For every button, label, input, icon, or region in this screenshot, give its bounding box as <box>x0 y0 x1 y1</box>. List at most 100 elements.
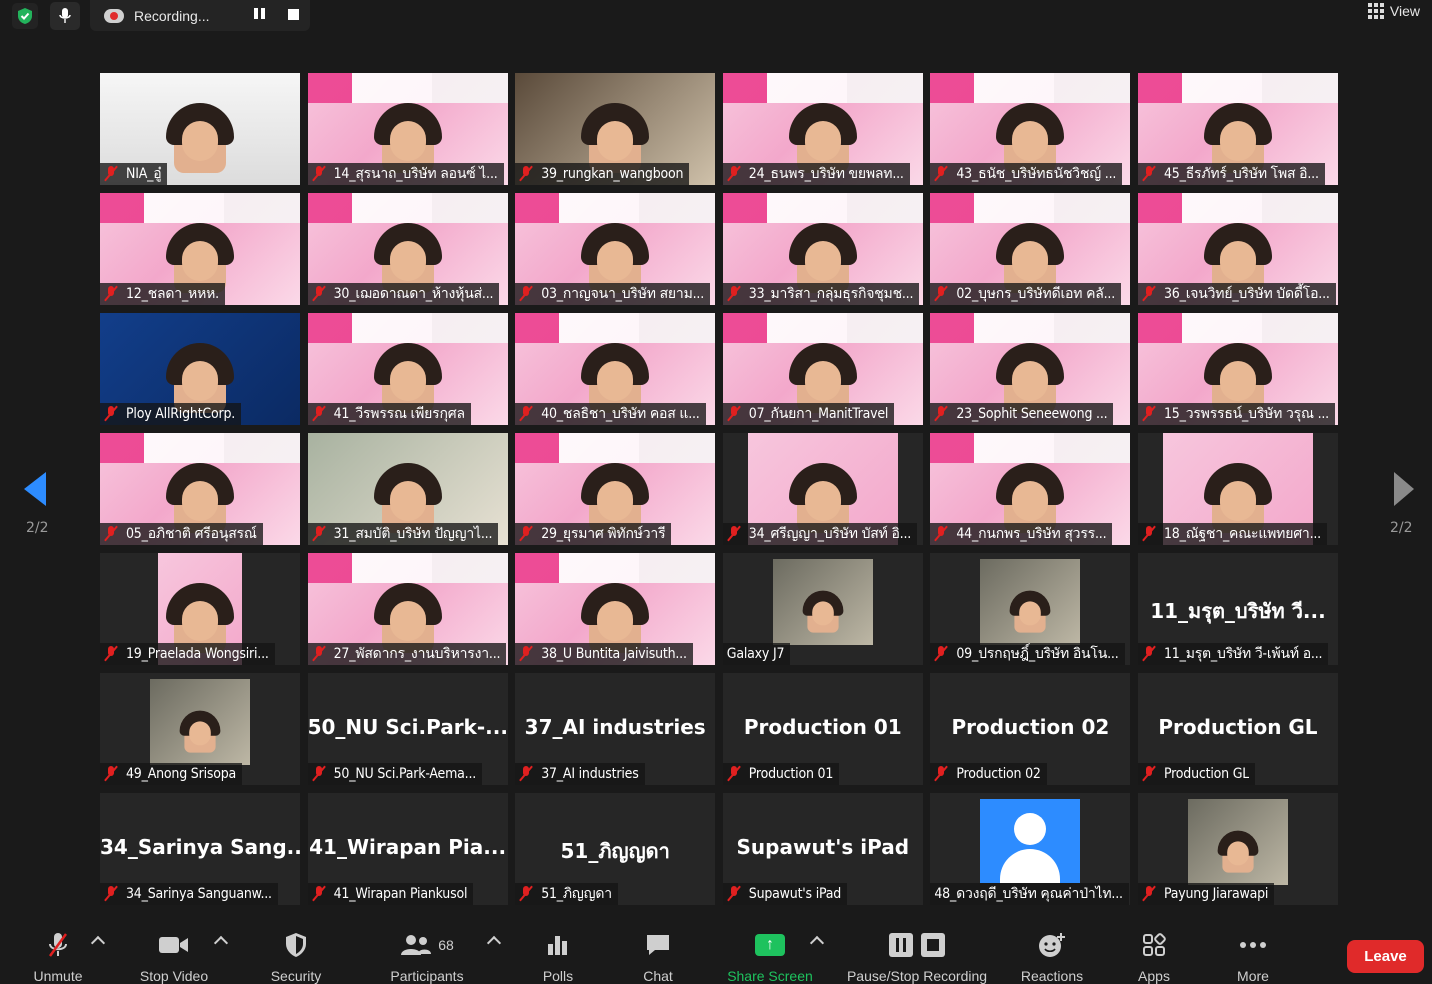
participant-name-label: 36_เจนวิทย์_บริษัท บัดดี้โอ... <box>1137 283 1336 305</box>
participant-name: Production 02 <box>956 766 1041 782</box>
participant-tile[interactable]: 14_สุรนาถ_บริษัท ลอนซ์ ไ... <box>307 73 508 185</box>
participant-tile[interactable]: 36_เจนวิทย์_บริษัท บัดดี้โอ... <box>1137 193 1338 305</box>
participant-tile[interactable]: Payung Jiarawapi <box>1137 793 1338 905</box>
participant-tile[interactable]: 18_ณัฐชา_คณะแพทยศา... <box>1137 433 1338 545</box>
participant-tile[interactable]: 23_Sophit Seneewong ... <box>930 313 1131 425</box>
participant-tile[interactable]: 51_ภิญญดา 51_ภิญญดา <box>515 793 716 905</box>
participant-name-label: 19_Praelada Wongsiri... <box>100 643 275 665</box>
participant-name-label: Supawut's iPad <box>722 883 848 905</box>
participant-tile[interactable]: Galaxy J7 <box>722 553 923 665</box>
participant-tile[interactable]: 05_อภิชาติ ศรีอนุสรณ์ <box>100 433 300 545</box>
participant-tile[interactable]: 43_ธนัช_บริษัทธนัชวิชญ์ ... <box>930 73 1131 185</box>
muted-mic-icon <box>727 526 741 542</box>
muted-mic-icon <box>519 286 533 302</box>
apps-label: Apps <box>1138 968 1170 984</box>
muted-mic-icon <box>104 406 118 422</box>
chat-button[interactable]: Chat <box>632 930 684 984</box>
next-page-arrow-icon[interactable] <box>1394 472 1414 506</box>
stop-video-button[interactable]: Stop Video <box>130 930 218 984</box>
page-indicator-right: 2/2 <box>1390 520 1413 536</box>
more-button[interactable]: More <box>1226 930 1280 984</box>
participant-tile[interactable]: 03_กาญจนา_บริษัท สยาม... <box>515 193 716 305</box>
participant-tile[interactable]: 45_ธีรภัทร์_บริษัท โพส อิ... <box>1137 73 1338 185</box>
participant-tile[interactable]: 12_ชลดา_หหห. <box>100 193 300 305</box>
muted-mic-icon <box>934 406 948 422</box>
participant-name-label: Ploy AllRightCorp. <box>100 403 242 425</box>
participant-tile[interactable]: 34_Sarinya Sang... 34_Sarinya Sanguanw... <box>100 793 300 905</box>
participant-tile[interactable]: 41_วีรพรรณ เพียรกุศล <box>307 313 508 425</box>
participant-name-label: 30_เฌอดาณดา_ห้างหุ้นส่... <box>307 283 500 305</box>
participant-tile[interactable]: 37_AI industries 37_AI industries <box>515 673 716 785</box>
participant-name-label: 44_กนกพร_บริษัท สุวรร... <box>930 523 1113 545</box>
participant-tile[interactable]: 02_บุษกร_บริษัทดีเอท คลั... <box>930 193 1131 305</box>
participant-tile[interactable]: 24_ธนพร_บริษัท ขยพลท... <box>722 73 923 185</box>
participant-tile[interactable]: 34_ศรีญญา_บริษัท บัสท์ อิ... <box>722 433 923 545</box>
participant-name: 50_NU Sci.Park-Aema... <box>333 766 477 782</box>
participant-name-label: Galaxy J7 <box>722 643 791 665</box>
pause-recording-button[interactable] <box>254 8 268 22</box>
participant-tile[interactable]: 31_สมบัติ_บริษัท ปัญญาไ... <box>307 433 508 545</box>
participants-button[interactable]: 68 Participants <box>384 930 470 984</box>
muted-mic-icon <box>312 766 326 782</box>
participants-count: 68 <box>438 937 454 953</box>
participant-tile[interactable]: 49_Anong Srisopa <box>100 673 300 785</box>
participant-video-person <box>1217 830 1259 873</box>
participant-tile[interactable]: 38_U Buntita Jaivisuth... <box>515 553 716 665</box>
participant-tile[interactable]: 30_เฌอดาณดา_ห้างหุ้นส่... <box>307 193 508 305</box>
participant-name-label: 45_ธีรภัทร์_บริษัท โพส อิ... <box>1137 163 1325 185</box>
leave-button[interactable]: Leave <box>1347 940 1424 973</box>
participant-display-name: Production GL <box>1158 715 1318 739</box>
participant-name: 39_rungkan_wangboon <box>541 166 684 182</box>
muted-mic-icon <box>727 766 741 782</box>
view-button[interactable]: View <box>1367 3 1420 19</box>
participant-video-person <box>1009 590 1051 633</box>
share-screen-button[interactable]: ↑ Share Screen <box>722 930 818 984</box>
participant-tile[interactable]: 19_Praelada Wongsiri... <box>100 553 300 665</box>
participant-tile[interactable]: 44_กนกพร_บริษัท สุวรร... <box>930 433 1131 545</box>
participant-name-label: 15_วรพรรธน์_บริษัท วรุณ ... <box>1137 403 1335 425</box>
gallery-view: NIA_อู๋ 14_สุรนาถ_บริษัท ลอนซ์ ไ... 39_run… <box>100 73 1338 905</box>
polls-button[interactable]: Polls <box>532 930 584 984</box>
participant-tile[interactable]: 15_วรพรรธน์_บริษัท วรุณ ... <box>1137 313 1338 425</box>
participant-tile[interactable]: NIA_อู๋ <box>100 73 300 185</box>
participant-tile[interactable]: 09_ปรกฤษฎิ์_บริษัท อินโน... <box>930 553 1131 665</box>
reactions-button[interactable]: Reactions <box>1016 930 1088 984</box>
stop-recording-button[interactable] <box>288 9 299 20</box>
participant-tile[interactable]: 50_NU Sci.Park-... 50_NU Sci.Park-Aema... <box>307 673 508 785</box>
participant-tile[interactable]: Production GL Production GL <box>1137 673 1338 785</box>
pause-stop-recording-button[interactable]: Pause/Stop Recording <box>838 930 996 984</box>
security-button[interactable]: Security <box>262 930 330 984</box>
participant-tile[interactable]: 27_พัสดากร_งานบริหารงา... <box>307 553 508 665</box>
participant-tile[interactable]: 33_มาริสา_กลุ่มธุรกิจชุมช... <box>722 193 923 305</box>
participant-tile[interactable]: 40_ชลธิชา_บริษัท คอส แ... <box>515 313 716 425</box>
chat-bubble-icon <box>632 930 684 960</box>
participant-tile[interactable]: 29_ยุรมาศ พิทักษ์วารี <box>515 433 716 545</box>
smiley-plus-icon <box>1016 930 1088 960</box>
participants-options-chevron-icon[interactable] <box>486 935 502 951</box>
unmute-button[interactable]: Unmute <box>22 930 94 984</box>
participant-name-label: Payung Jiarawapi <box>1137 883 1275 905</box>
participant-name-label: 41_วีรพรรณ เพียรกุศล <box>307 403 471 425</box>
participant-tile[interactable]: 48_ดวงฤดี_บริษัท คุณค่าป่าไท... <box>930 793 1131 905</box>
muted-mic-icon <box>519 886 533 902</box>
participant-tile[interactable]: 39_rungkan_wangboon <box>515 73 716 185</box>
previous-page-arrow-icon[interactable] <box>24 472 46 506</box>
apps-button[interactable]: Apps <box>1128 930 1180 984</box>
participant-tile[interactable]: 41_Wirapan Pia... 41_Wirapan Piankusol <box>307 793 508 905</box>
muted-mic-icon <box>727 286 741 302</box>
muted-mic-icon <box>312 286 326 302</box>
more-dots-icon <box>1226 930 1280 960</box>
pause-stop-icon <box>838 930 996 960</box>
participant-tile[interactable]: Ploy AllRightCorp. <box>100 313 300 425</box>
participant-tile[interactable]: Production 01 Production 01 <box>722 673 923 785</box>
participant-tile[interactable]: 07_กันยกา_ManitTravel <box>722 313 923 425</box>
participant-tile[interactable]: 11_มรุต_บริษัท วี... 11_มรุต_บริษัท วี-เพ… <box>1137 553 1338 665</box>
encryption-shield-icon[interactable] <box>12 3 38 29</box>
participant-tile[interactable]: Supawut's iPad Supawut's iPad <box>722 793 923 905</box>
audio-status-icon[interactable] <box>50 2 80 30</box>
participant-tile[interactable]: Production 02 Production 02 <box>930 673 1131 785</box>
participant-name-label: 34_Sarinya Sanguanw... <box>100 883 278 905</box>
participant-name: 15_วรพรรธน์_บริษัท วรุณ ... <box>1163 406 1329 422</box>
muted-mic-icon <box>934 526 948 542</box>
polls-icon <box>532 930 584 960</box>
